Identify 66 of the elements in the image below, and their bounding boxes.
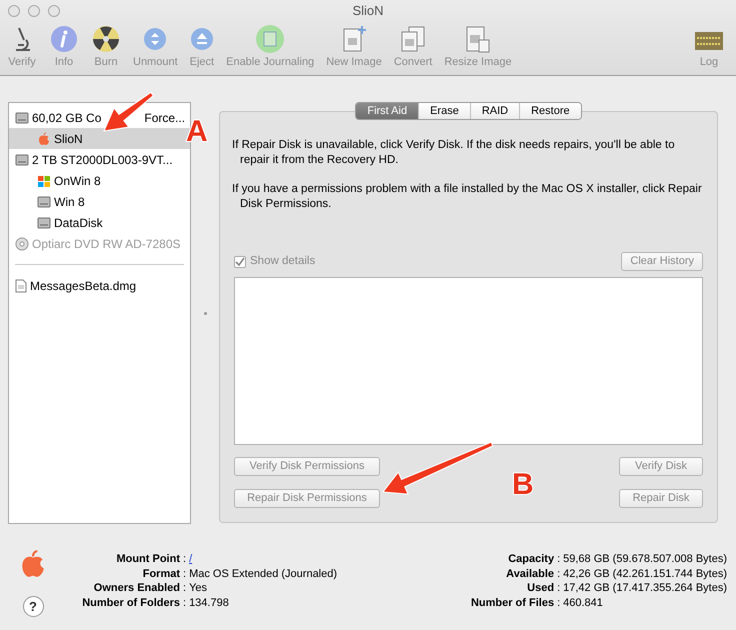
info-value: 134.798 bbox=[189, 596, 230, 610]
info-value: 59,68 GB (59.678.507.008 Bytes) bbox=[563, 552, 728, 566]
log-button[interactable]: Log bbox=[694, 26, 732, 70]
toolbar-button[interactable]: Enable Journaling bbox=[223, 24, 318, 70]
info-label: Capacity bbox=[507, 552, 554, 566]
toolbar-button[interactable]: Unmount bbox=[130, 24, 181, 70]
instruction-text: If Repair Disk is unavailable, click Verify Disk. If the disk needs repairs, you'll be able to repair it from the Recovery HD. bbox=[232, 138, 676, 168]
info-label: Available bbox=[505, 566, 554, 581]
colon: : bbox=[557, 581, 560, 596]
colon: : bbox=[183, 552, 186, 566]
tab[interactable]: Erase bbox=[418, 103, 470, 119]
info-label: Mount Point bbox=[115, 552, 180, 566]
toolbar-button[interactable]: New Image bbox=[323, 24, 385, 70]
document-icon bbox=[15, 278, 27, 292]
colon: : bbox=[183, 581, 186, 596]
instruction-text: If you have a permissions problem with a file installed by the Mac OS X installer, click Repair Disk Permissions. bbox=[232, 182, 703, 212]
tab[interactable]: Restore bbox=[519, 103, 581, 119]
info-value: 460.841 bbox=[563, 596, 604, 610]
info-label: Format bbox=[142, 566, 180, 581]
tab[interactable]: RAID bbox=[470, 103, 520, 119]
info-value: Mac OS Extended (Journaled) bbox=[189, 566, 338, 581]
info-value: 17,42 GB (17.417.355.264 Bytes) bbox=[563, 581, 728, 596]
help-button[interactable]: ? bbox=[22, 596, 44, 617]
toolbar-button[interactable]: Eject bbox=[186, 24, 218, 70]
colon: : bbox=[557, 552, 560, 566]
colon: : bbox=[557, 566, 560, 581]
colon: : bbox=[183, 566, 186, 581]
info-label: Owners Enabled bbox=[92, 581, 180, 596]
mount-point-link[interactable]: / bbox=[189, 552, 400, 566]
info-label: Used bbox=[526, 581, 554, 596]
disc-icon bbox=[15, 236, 29, 250]
eject-icon bbox=[190, 27, 214, 51]
toolbar-button[interactable]: Burn bbox=[88, 24, 124, 70]
checkmark-icon bbox=[235, 256, 245, 266]
tab[interactable]: First Aid bbox=[356, 103, 418, 119]
sidebar-item[interactable]: 2 TB ST2000DL003-9VT... bbox=[9, 149, 190, 170]
split-handle[interactable] bbox=[204, 312, 206, 314]
info-value: 42,26 GB (42.261.151.744 Bytes) bbox=[563, 566, 728, 581]
info-label: Number of Folders bbox=[81, 596, 180, 610]
journal-icon bbox=[255, 24, 286, 54]
apple-icon bbox=[37, 132, 51, 146]
toolbar-button[interactable]: Info bbox=[46, 24, 82, 70]
hard-drive-icon bbox=[15, 152, 29, 166]
close-button[interactable] bbox=[8, 5, 20, 17]
toolbar-button[interactable]: Resize Image bbox=[441, 24, 515, 70]
windows-flag-icon bbox=[37, 174, 51, 188]
colon: : bbox=[557, 596, 560, 610]
info-value: Yes bbox=[189, 581, 208, 596]
toolbar-button[interactable]: Convert bbox=[390, 24, 436, 70]
sidebar-item[interactable]: DataDisk bbox=[9, 212, 190, 233]
sidebar-item[interactable]: OnWin 8 bbox=[9, 170, 190, 191]
window-title: SlioN bbox=[352, 2, 384, 20]
info-icon bbox=[49, 24, 79, 54]
unmount-icon bbox=[143, 27, 168, 51]
zoom-button[interactable] bbox=[48, 5, 60, 17]
sidebar-item[interactable]: Win 8 bbox=[9, 191, 190, 212]
toolbar-button[interactable]: Verify bbox=[4, 24, 40, 70]
info-label: Number of Files bbox=[470, 596, 554, 610]
annotation-letter: B bbox=[512, 470, 534, 500]
radiation-icon bbox=[91, 24, 121, 54]
minimize-button[interactable] bbox=[28, 5, 40, 17]
sidebar-item[interactable]: MessagesBeta.dmg bbox=[9, 275, 190, 296]
hard-drive-icon bbox=[37, 216, 51, 230]
hard-drive-icon bbox=[15, 110, 29, 124]
colon: : bbox=[183, 596, 186, 610]
hard-drive-icon bbox=[37, 194, 51, 208]
